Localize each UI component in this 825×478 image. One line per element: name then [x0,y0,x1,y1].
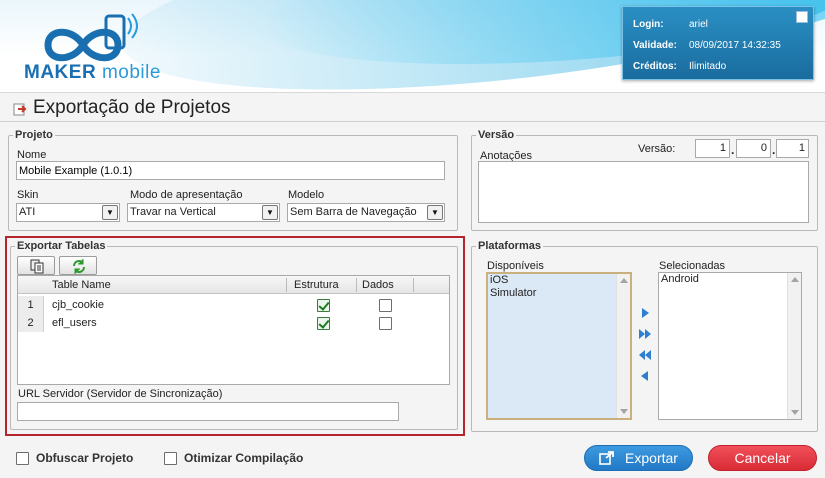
table-name-cell: efl_users [52,317,97,329]
url-servidor-field[interactable] [17,402,399,421]
login-value: ariel [689,19,708,30]
skin-value: ATI [19,206,36,218]
modelo-label: Modelo [288,189,325,201]
scrollbar[interactable] [616,274,630,418]
version-dot: . [731,143,735,157]
logo-bold-text: MAKER [24,62,97,83]
version-patch-field[interactable]: 1 [776,139,809,158]
column-divider [413,278,414,292]
login-label: Login: [633,19,664,30]
credits-row: Créditos: Ilimitado [633,56,803,77]
obfuscate-label: Obfuscar Projeto [36,451,134,465]
logo-light-text: mobile [101,62,161,83]
anotacoes-textarea[interactable] [478,161,809,223]
scrollbar[interactable] [787,273,801,419]
project-name-field[interactable] [16,161,445,180]
page-title: Exportação de Projetos [12,97,231,119]
table-row[interactable]: 1 cjb_cookie [18,296,449,314]
modo-select[interactable]: Travar na Vertical ▼ [127,203,280,222]
move-all-right-icon[interactable] [638,328,652,340]
list-item[interactable]: iOS [488,274,630,287]
obfuscate-checkbox[interactable] [16,451,29,465]
export-button[interactable]: Exportar [584,445,693,471]
optimize-label: Otimizar Compilação [184,451,304,465]
exportar-legend: Exportar Tabelas [17,240,106,252]
tables-grid: Table Name Estrutura Dados 1 cjb_cookie … [17,275,450,385]
plataformas-legend: Plataformas [478,240,541,252]
url-label: URL Servidor (Servidor de Sincronização) [18,388,223,400]
estrutura-checkbox[interactable] [317,317,330,330]
copy-tables-button[interactable] [17,256,55,275]
list-item[interactable]: Android [659,273,801,286]
available-platforms-list[interactable]: iOS Simulator [486,272,632,420]
validity-value: 08/09/2017 14:32:35 [689,40,781,51]
skin-label: Skin [17,189,39,201]
version-minor-field[interactable]: 0 [736,139,771,158]
versao-legend: Versão [478,129,515,141]
row-number: 2 [18,314,44,332]
obfuscate-option[interactable]: Obfuscar Projeto [16,451,133,465]
credits-label: Créditos: [633,61,677,72]
selected-platforms-list[interactable]: Android [658,272,802,420]
dados-checkbox[interactable] [379,299,392,312]
modo-value: Travar na Vertical [130,206,216,218]
divider [0,121,825,122]
credits-value: Ilimitado [689,61,727,72]
available-label: Disponíveis [487,260,544,272]
export-icon [13,103,27,116]
name-label: Nome [17,149,47,161]
version-label: Versão: [638,143,676,155]
validity-label: Validade: [633,40,677,51]
modelo-select[interactable]: Sem Barra de Navegação ▼ [287,203,445,222]
chevron-down-icon: ▼ [262,205,278,220]
modelo-value: Sem Barra de Navegação [290,206,417,218]
move-right-icon[interactable] [638,307,652,319]
cancel-button[interactable]: Cancelar [708,445,817,471]
column-header-estrutura: Estrutura [294,279,339,291]
optimize-checkbox[interactable] [164,451,177,465]
copy-icon [30,259,44,274]
row-number: 1 [18,296,44,314]
export-label: Exportar [625,450,678,466]
chevron-down-icon: ▼ [102,205,118,220]
projeto-legend: Projeto [15,129,53,141]
chevron-down-icon: ▼ [427,205,443,220]
column-divider [286,278,287,292]
skin-select[interactable]: ATI ▼ [16,203,120,222]
move-left-icon[interactable] [638,370,652,382]
optimize-option[interactable]: Otimizar Compilação [164,451,303,465]
version-dot: . [772,143,776,157]
move-all-left-icon[interactable] [638,349,652,361]
refresh-icon [73,259,85,274]
cancel-label: Cancelar [734,450,791,466]
column-header-dados: Dados [362,279,394,291]
logo-wordmark: MAKER mobile [24,62,161,84]
app-header: MAKER mobile Login: ariel Validade: 08/0… [0,0,825,93]
dados-checkbox[interactable] [379,317,392,330]
login-info-panel: Login: ariel Validade: 08/09/2017 14:32:… [622,6,814,80]
modo-label: Modo de apresentação [130,189,243,201]
page-title-text: Exportação de Projetos [33,97,231,118]
login-row: Login: ariel [633,14,803,35]
selected-label: Selecionadas [659,260,726,272]
column-divider [356,278,357,292]
list-item[interactable]: Simulator [488,287,630,300]
grid-header: Table Name Estrutura Dados [18,276,449,294]
close-icon[interactable] [796,11,808,23]
refresh-button[interactable] [59,256,97,275]
table-name-cell: cjb_cookie [52,299,104,311]
version-major-field[interactable]: 1 [695,139,730,158]
external-link-icon [599,451,614,465]
column-header-table-name: Table Name [52,279,111,291]
table-row[interactable]: 2 efl_users [18,314,449,332]
validity-row: Validade: 08/09/2017 14:32:35 [633,35,803,56]
estrutura-checkbox[interactable] [317,299,330,312]
